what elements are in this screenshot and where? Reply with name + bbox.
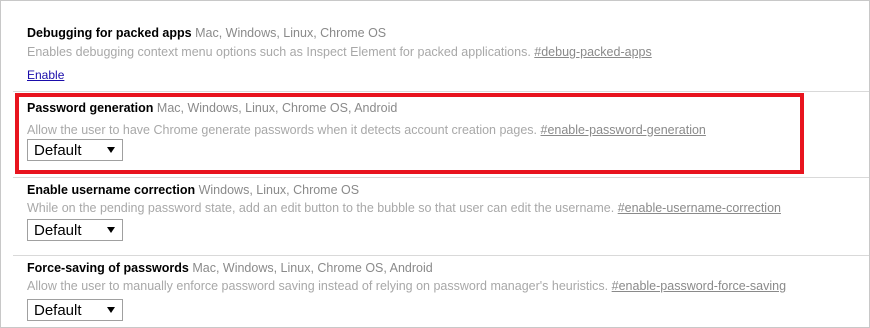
flag-title-line: Force-saving of passwords Mac, Windows, …: [27, 260, 433, 276]
flags-page: Debugging for packed apps Mac, Windows, …: [0, 0, 870, 328]
caret-down-icon: [107, 227, 115, 233]
flag-platforms: Windows, Linux, Chrome OS: [198, 183, 360, 197]
flag-row-username-correction: Enable username correction Windows, Linu…: [13, 177, 869, 255]
flag-anchor-link[interactable]: #enable-password-generation: [541, 123, 706, 137]
flag-platforms: Mac, Windows, Linux, Chrome OS: [195, 26, 387, 40]
flag-description-line: Allow the user to manually enforce passw…: [27, 278, 786, 294]
enable-link[interactable]: Enable: [27, 67, 64, 83]
select-value: Default: [34, 222, 82, 239]
flag-description: Enables debugging context menu options s…: [27, 45, 531, 59]
force-saving-select[interactable]: Default: [27, 299, 123, 321]
select-value: Default: [34, 142, 82, 159]
flag-description-line: While on the pending password state, add…: [27, 200, 781, 216]
flag-description-line: Enables debugging context menu options s…: [27, 44, 652, 60]
flag-row-debug-packed-apps: Debugging for packed apps Mac, Windows, …: [13, 1, 869, 91]
flag-anchor-link[interactable]: #debug-packed-apps: [534, 45, 651, 59]
flag-description: While on the pending password state, add…: [27, 201, 615, 215]
flag-name: Force-saving of passwords: [27, 261, 189, 275]
flag-row-force-saving: Force-saving of passwords Mac, Windows, …: [13, 255, 869, 327]
flag-description: Allow the user to manually enforce passw…: [27, 279, 609, 293]
password-generation-select[interactable]: Default: [27, 139, 123, 161]
flag-name: Debugging for packed apps: [27, 26, 192, 40]
select-value: Default: [34, 302, 82, 319]
flag-name: Enable username correction: [27, 183, 196, 197]
caret-down-icon: [107, 307, 115, 313]
flag-title-line: Debugging for packed apps Mac, Windows, …: [27, 25, 386, 41]
flag-name: Password generation: [27, 101, 154, 115]
flag-description-line: Allow the user to have Chrome generate p…: [27, 122, 706, 138]
flag-description: Allow the user to have Chrome generate p…: [27, 123, 538, 137]
flag-title-line: Enable username correction Windows, Linu…: [27, 182, 359, 198]
flag-platforms: Mac, Windows, Linux, Chrome OS, Android: [192, 261, 433, 275]
caret-down-icon: [107, 147, 115, 153]
flag-platforms: Mac, Windows, Linux, Chrome OS, Android: [156, 101, 398, 115]
flag-row-password-generation: Password generation Mac, Windows, Linux,…: [13, 91, 869, 177]
flag-anchor-link[interactable]: #enable-username-correction: [618, 201, 781, 215]
username-correction-select[interactable]: Default: [27, 219, 123, 241]
flag-anchor-link[interactable]: #enable-password-force-saving: [612, 279, 786, 293]
flag-title-line: Password generation Mac, Windows, Linux,…: [27, 100, 397, 116]
